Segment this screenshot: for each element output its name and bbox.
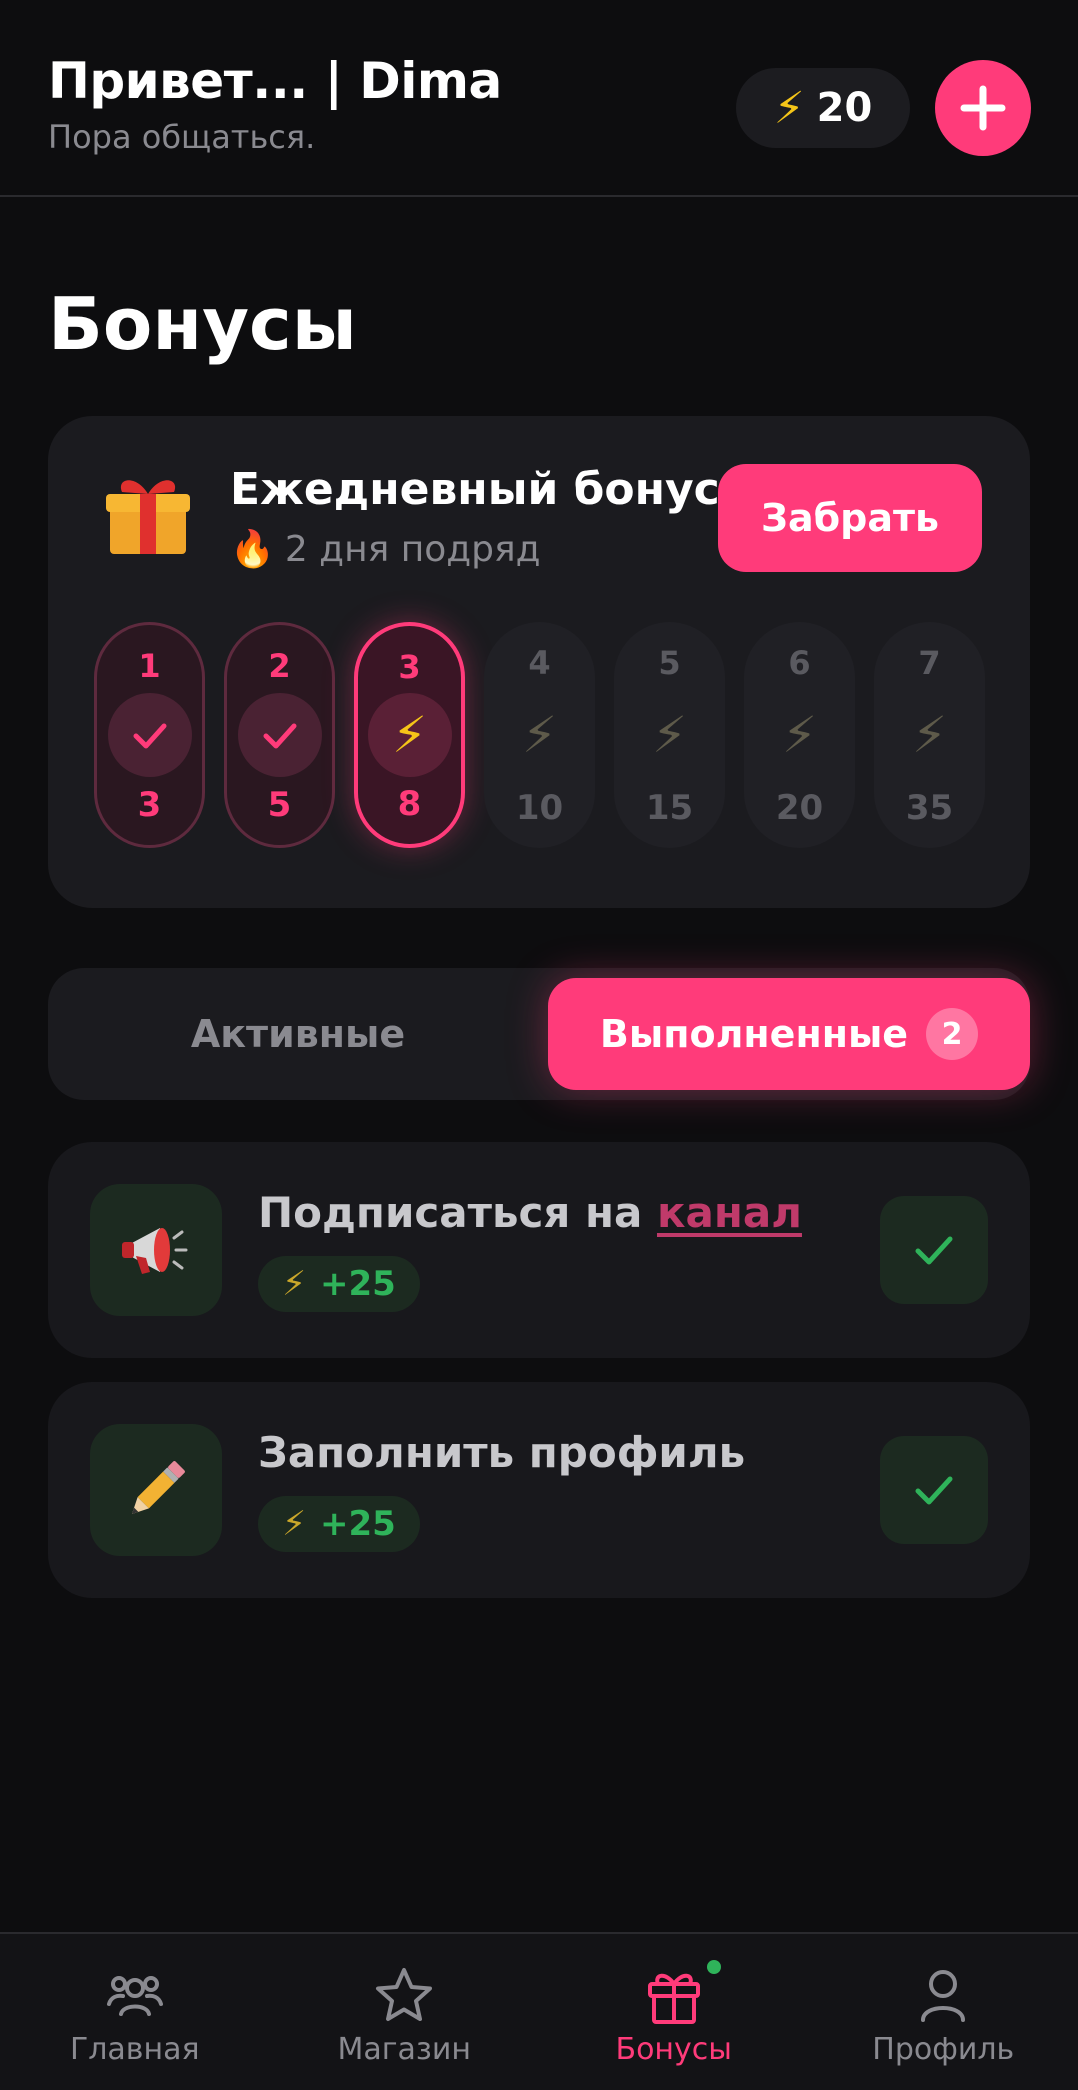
count-badge: 2 bbox=[926, 1008, 979, 1060]
user-icon bbox=[921, 1970, 966, 2022]
bottom-navigation: Главная Магазин Бонусы Профиль bbox=[0, 1932, 1078, 2090]
nav-home[interactable]: Главная bbox=[0, 1934, 270, 2090]
nav-label: Бонусы bbox=[615, 2032, 732, 2067]
streak-info: 🔥 2 дня подряд bbox=[230, 528, 541, 571]
task-completed-check bbox=[880, 1196, 988, 1304]
nav-label: Главная bbox=[69, 2032, 200, 2067]
check-icon bbox=[237, 693, 322, 777]
notification-dot bbox=[707, 1960, 721, 1974]
lightning-icon: ⚡ bbox=[521, 706, 558, 764]
task-completed-check bbox=[880, 1436, 988, 1544]
lightning-icon: ⚡ bbox=[282, 1504, 307, 1544]
daily-bonus-card: Ежедневный бонус 🔥 2 дня подряд Забрать … bbox=[48, 416, 1030, 908]
day-reward: 3 bbox=[137, 785, 162, 825]
gift-icon bbox=[647, 1973, 700, 2024]
task-tabs: Активные Выполненные 2 bbox=[48, 968, 1030, 1100]
greeting-title: Привет... | Dima bbox=[48, 52, 502, 110]
balance-value: 20 bbox=[816, 85, 873, 131]
nav-shop[interactable]: Магазин bbox=[270, 1934, 540, 2090]
task-icon-box bbox=[90, 1424, 222, 1556]
day-number: 7 bbox=[918, 644, 941, 682]
nav-profile[interactable]: Профиль bbox=[809, 1934, 1078, 2090]
day-number: 3 bbox=[398, 648, 421, 686]
day-number: 5 bbox=[658, 644, 681, 682]
day-number: 4 bbox=[528, 644, 551, 682]
lightning-icon: ⚡ bbox=[282, 1264, 307, 1304]
day-reward: 5 bbox=[267, 785, 292, 825]
lightning-icon: ⚡ bbox=[651, 706, 688, 764]
task-card-profile: Заполнить профиль ⚡ +25 bbox=[48, 1382, 1030, 1598]
people-icon bbox=[106, 1976, 163, 2016]
pencil-icon bbox=[131, 1461, 185, 1515]
day-reward: 15 bbox=[645, 788, 694, 828]
day-number: 6 bbox=[788, 644, 811, 682]
day-2: 2 5 bbox=[224, 622, 335, 848]
greeting-subtitle: Пора общаться. bbox=[48, 118, 316, 156]
task-reward: +25 bbox=[320, 1504, 396, 1544]
task-title: Заполнить профиль bbox=[258, 1428, 746, 1477]
day-7: 7 ⚡ 35 bbox=[874, 622, 985, 848]
add-button[interactable] bbox=[935, 60, 1031, 156]
task-title: Подписаться на канал bbox=[258, 1188, 802, 1237]
task-reward-badge: ⚡ +25 bbox=[258, 1256, 420, 1312]
lightning-icon: ⚡ bbox=[781, 706, 818, 764]
day-3[interactable]: 3 ⚡ 8 bbox=[354, 622, 465, 848]
tab-completed[interactable]: Выполненные 2 bbox=[548, 978, 1030, 1090]
day-6: 6 ⚡ 20 bbox=[744, 622, 855, 848]
task-title-text: Подписаться на bbox=[258, 1188, 657, 1237]
check-icon bbox=[915, 1476, 953, 1505]
day-reward: 35 bbox=[905, 788, 954, 828]
nav-label: Профиль bbox=[872, 2032, 1015, 2067]
megaphone-icon bbox=[122, 1228, 188, 1274]
task-reward-badge: ⚡ +25 bbox=[258, 1496, 420, 1552]
daily-streak-days: 1 3 2 5 3 ⚡ 8 4 ⚡ 10 5 ⚡ 15 6 ⚡ 20 7 ⚡ 3… bbox=[94, 622, 985, 848]
lightning-icon: ⚡ bbox=[911, 706, 948, 764]
daily-bonus-title: Ежедневный бонус bbox=[230, 464, 720, 515]
task-reward: +25 bbox=[320, 1264, 396, 1304]
star-icon bbox=[376, 1968, 433, 2021]
day-number: 1 bbox=[138, 647, 161, 685]
day-1: 1 3 bbox=[94, 622, 205, 848]
day-5: 5 ⚡ 15 bbox=[614, 622, 725, 848]
day-number: 2 bbox=[268, 647, 291, 685]
fire-icon: 🔥 bbox=[230, 529, 275, 570]
day-reward: 8 bbox=[397, 784, 422, 824]
page-title: Бонусы bbox=[48, 282, 357, 366]
lightning-icon: ⚡ bbox=[367, 693, 452, 777]
nav-bonuses[interactable]: Бонусы bbox=[539, 1934, 809, 2090]
day-reward: 20 bbox=[775, 788, 824, 828]
channel-link[interactable]: канал bbox=[657, 1188, 802, 1237]
gift-emoji-icon bbox=[106, 480, 190, 554]
task-icon-box bbox=[90, 1184, 222, 1316]
day-reward: 10 bbox=[515, 788, 564, 828]
top-header: Привет... | Dima Пора общаться. ⚡ 20 bbox=[0, 0, 1078, 197]
tab-active[interactable]: Активные bbox=[48, 968, 548, 1100]
balance-pill[interactable]: ⚡ 20 bbox=[736, 68, 910, 148]
plus-icon bbox=[960, 85, 1006, 131]
day-4: 4 ⚡ 10 bbox=[484, 622, 595, 848]
check-icon bbox=[107, 693, 192, 777]
check-icon bbox=[915, 1236, 953, 1265]
task-card-subscribe: Подписаться на канал ⚡ +25 bbox=[48, 1142, 1030, 1358]
streak-text: 2 дня подряд bbox=[284, 528, 541, 570]
tab-completed-label: Выполненные bbox=[599, 1012, 909, 1056]
claim-button[interactable]: Забрать bbox=[718, 464, 982, 572]
nav-label: Магазин bbox=[337, 2032, 471, 2067]
lightning-icon: ⚡ bbox=[773, 82, 805, 134]
